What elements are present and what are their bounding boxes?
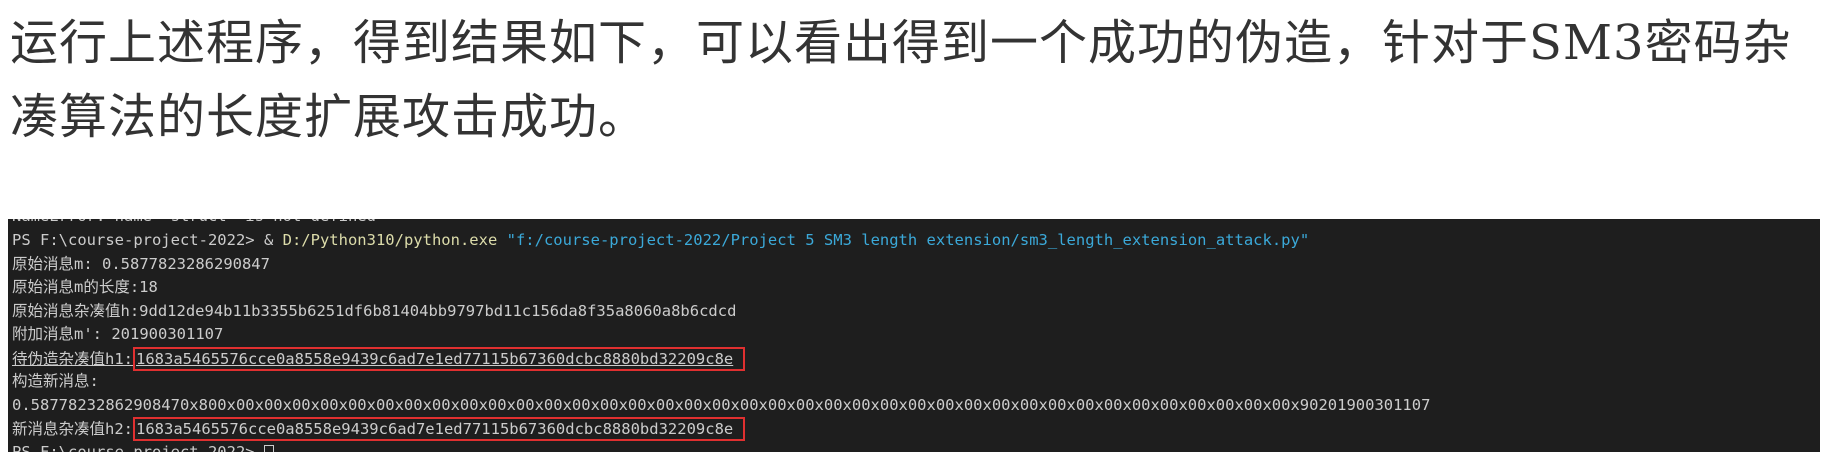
new-hash-line: 新消息杂凑值h2: 1683a5465576cce0a8558e9439c6ad7… xyxy=(12,417,746,441)
script-path: "f:/course-project-2022/Project 5 SM3 le… xyxy=(506,231,1310,249)
paragraph-line-2: 凑算法的长度扩展攻击成功。 xyxy=(10,89,648,145)
original-hash-line: 原始消息杂凑值h:9dd12de94b11b3355b6251df6b81404… xyxy=(12,300,736,323)
original-length-label: 原始消息m的长度: xyxy=(12,278,140,296)
terminal-partial-error-line: NameError: name 'struct' is not defined xyxy=(12,219,376,228)
original-length-value: 18 xyxy=(139,278,158,296)
forged-hash-label: 待伪造杂凑值h1: xyxy=(12,350,133,368)
append-message-value: 201900301107 xyxy=(111,325,224,343)
new-hash-highlight: 1683a5465576cce0a8558e9439c6ad7e1ed77115… xyxy=(133,417,746,441)
python-exe-path: D:/Python310/python.exe xyxy=(282,231,498,249)
new-hash-label: 新消息杂凑值h2: xyxy=(12,420,133,438)
construct-message-line: 构造新消息: xyxy=(12,370,99,393)
original-message-value: 0.5877823286290847 xyxy=(102,255,270,273)
new-hash-value: 1683a5465576cce0a8558e9439c6ad7e1ed77115… xyxy=(136,420,734,438)
forged-hash-value: 1683a5465576cce0a8558e9439c6ad7e1ed77115… xyxy=(136,350,734,368)
constructed-message-value-line: 0.58778232862908470x800x00x00x00x00x00x0… xyxy=(12,394,1430,417)
forged-hash-line: 待伪造杂凑值h1: 1683a5465576cce0a8558e9439c6ad7… xyxy=(12,347,746,371)
append-message-line: 附加消息m': 201900301107 xyxy=(12,323,223,346)
original-message-label: 原始消息m: xyxy=(12,255,102,273)
terminal-output: NameError: name 'struct' is not defined … xyxy=(8,219,1820,452)
construct-message-label: 构造新消息: xyxy=(12,372,99,390)
terminal-command-line: PS F:\course-project-2022> & D:/Python31… xyxy=(12,229,1309,252)
original-hash-value: 9dd12de94b11b3355b6251df6b81404bb9797bd1… xyxy=(139,302,737,320)
paragraph-line-1: 运行上述程序，得到结果如下，可以看出得到一个成功的伪造，针对于SM3密码杂 xyxy=(10,15,1792,71)
terminal-prompt: PS F:\course-project-2022> xyxy=(12,231,264,249)
constructed-message-value: 0.58778232862908470x800x00x00x00x00x00x0… xyxy=(12,396,1431,414)
original-hash-label: 原始消息杂凑值h: xyxy=(12,302,140,320)
forged-hash-highlight: 1683a5465576cce0a8558e9439c6ad7e1ed77115… xyxy=(133,347,746,371)
terminal-partial-prompt-line: PS F:\course-project-2022> xyxy=(12,441,274,452)
append-message-label: 附加消息m': xyxy=(12,325,112,343)
terminal-cursor-icon xyxy=(263,444,274,452)
description-paragraph: 运行上述程序，得到结果如下，可以看出得到一个成功的伪造，针对于SM3密码杂 凑算… xyxy=(10,0,1810,154)
original-length-line: 原始消息m的长度:18 xyxy=(12,276,158,299)
terminal-next-prompt: PS F:\course-project-2022> xyxy=(12,443,264,452)
terminal-ampersand: & xyxy=(263,231,283,249)
original-message-line: 原始消息m: 0.5877823286290847 xyxy=(12,253,270,276)
